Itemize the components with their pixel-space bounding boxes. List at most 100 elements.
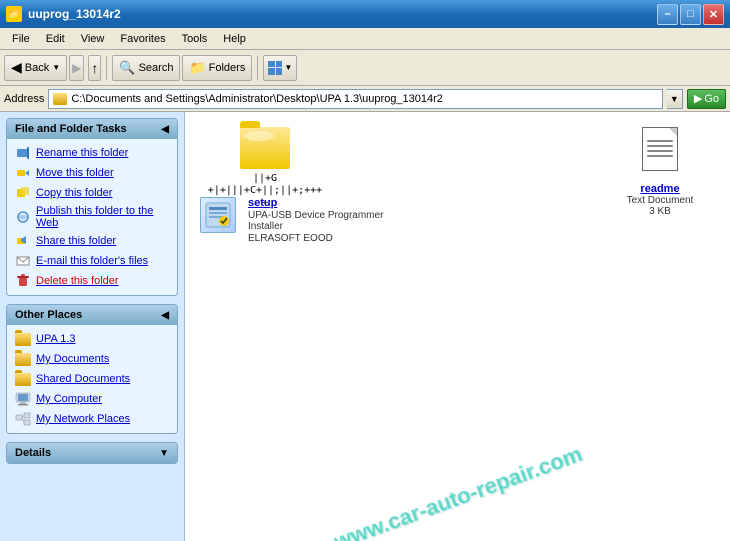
sidebar-item-delete[interactable]: Delete this folder bbox=[9, 271, 175, 291]
toolbar-separator-2 bbox=[257, 56, 258, 80]
setup-name: setup bbox=[248, 197, 410, 209]
go-label: Go bbox=[704, 93, 719, 105]
share-label: Share this folder bbox=[36, 235, 116, 247]
address-folder-icon bbox=[53, 93, 67, 105]
menu-favorites[interactable]: Favorites bbox=[112, 31, 173, 47]
readme-type: Text Document bbox=[627, 195, 694, 206]
maximize-button[interactable]: □ bbox=[680, 4, 701, 25]
my-computer-label: My Computer bbox=[36, 393, 102, 405]
other-places-body: UPA 1.3 My Documents Shared Documents My… bbox=[7, 325, 177, 433]
sidebar-item-copy[interactable]: Copy this folder bbox=[9, 183, 175, 203]
title-bar: 📁 uuprog_13014r2 – □ ✕ bbox=[0, 0, 730, 28]
setup-installer-icon bbox=[200, 197, 236, 233]
back-arrow-icon: ◀ bbox=[11, 59, 22, 76]
menu-help[interactable]: Help bbox=[215, 31, 254, 47]
shared-docs-icon bbox=[15, 371, 31, 387]
details-header[interactable]: Details ▼ bbox=[7, 443, 177, 463]
readme-item[interactable]: readme Text Document 3 KB bbox=[610, 122, 710, 222]
sidebar-section-details: Details ▼ bbox=[6, 442, 178, 464]
sidebar-item-upa[interactable]: UPA 1.3 bbox=[9, 329, 175, 349]
sidebar-item-move[interactable]: Move this folder bbox=[9, 163, 175, 183]
views-grid-icon bbox=[268, 61, 282, 75]
copy-label: Copy this folder bbox=[36, 187, 112, 199]
forward-button[interactable]: ▶ bbox=[69, 55, 84, 81]
address-field-wrapper bbox=[48, 89, 662, 109]
menu-bar: File Edit View Favorites Tools Help bbox=[0, 28, 730, 50]
upa-label: UPA 1.3 bbox=[36, 333, 76, 345]
details-title: Details bbox=[15, 447, 51, 459]
sidebar-item-my-documents[interactable]: My Documents bbox=[9, 349, 175, 369]
address-input[interactable] bbox=[71, 93, 657, 105]
go-arrow-icon: ▶ bbox=[694, 92, 702, 105]
go-button[interactable]: ▶ Go bbox=[687, 89, 726, 109]
sidebar-item-my-computer[interactable]: My Computer bbox=[9, 389, 175, 409]
back-button[interactable]: ◀ Back ▼ bbox=[4, 55, 67, 81]
folders-label: Folders bbox=[209, 62, 246, 74]
sidebar-item-email[interactable]: E-mail this folder's files bbox=[9, 251, 175, 271]
forward-icon: ▶ bbox=[72, 61, 81, 75]
file-area: ||+G +|+|||+C+||;||+;+++– readme Text Do… bbox=[185, 112, 730, 541]
views-button[interactable]: ▼ bbox=[263, 55, 297, 81]
sidebar-item-share[interactable]: Share this folder bbox=[9, 231, 175, 251]
sidebar-item-publish[interactable]: Publish this folder to the Web bbox=[9, 203, 175, 231]
sidebar-section-other-places: Other Places ◀ UPA 1.3 My Documents Shar… bbox=[6, 304, 178, 434]
back-dropdown-icon: ▼ bbox=[52, 63, 60, 72]
readme-details: readme Text Document 3 KB bbox=[627, 183, 694, 217]
readme-file-icon bbox=[642, 127, 678, 171]
file-tasks-title: File and Folder Tasks bbox=[15, 123, 127, 135]
menu-file[interactable]: File bbox=[4, 31, 38, 47]
email-label: E-mail this folder's files bbox=[36, 255, 148, 267]
delete-icon bbox=[15, 273, 31, 289]
copy-icon bbox=[15, 185, 31, 201]
sidebar-item-rename[interactable]: Rename this folder bbox=[9, 143, 175, 163]
window-icon: 📁 bbox=[6, 6, 22, 22]
rename-label: Rename this folder bbox=[36, 147, 128, 159]
readme-name: readme bbox=[627, 183, 694, 195]
toolbar: ◀ Back ▼ ▶ ↑ 🔍 Search 📁 Folders ▼ bbox=[0, 50, 730, 86]
folders-icon: 📁 bbox=[189, 60, 205, 76]
up-icon: ↑ bbox=[91, 60, 98, 76]
sidebar: File and Folder Tasks ◀ Rename this fold… bbox=[0, 112, 185, 541]
readme-line-3 bbox=[647, 150, 673, 152]
setup-item[interactable]: setup UPA-USB Device Programmer Installe… bbox=[195, 192, 415, 249]
address-bar: Address ▼ ▶ Go bbox=[0, 86, 730, 112]
toolbar-separator-1 bbox=[106, 56, 107, 80]
upa-folder-icon bbox=[15, 331, 31, 347]
readme-line-2 bbox=[647, 145, 673, 147]
window-title: uuprog_13014r2 bbox=[28, 7, 657, 21]
menu-edit[interactable]: Edit bbox=[38, 31, 73, 47]
setup-details: setup UPA-USB Device Programmer Installe… bbox=[248, 197, 410, 244]
menu-view[interactable]: View bbox=[73, 31, 113, 47]
shared-docs-label: Shared Documents bbox=[36, 373, 130, 385]
sidebar-item-shared-docs[interactable]: Shared Documents bbox=[9, 369, 175, 389]
search-label: Search bbox=[139, 62, 174, 74]
sidebar-section-file-tasks: File and Folder Tasks ◀ Rename this fold… bbox=[6, 118, 178, 296]
search-button[interactable]: 🔍 Search bbox=[112, 55, 180, 81]
back-label: Back bbox=[25, 62, 49, 74]
network-icon bbox=[15, 411, 31, 427]
minimize-button[interactable]: – bbox=[657, 4, 678, 25]
address-label: Address bbox=[4, 93, 44, 105]
watermark: www.car-auto-repair.com bbox=[330, 441, 585, 541]
readme-icon-lines bbox=[647, 140, 673, 160]
other-places-header[interactable]: Other Places ◀ bbox=[7, 305, 177, 325]
sidebar-item-network[interactable]: My Network Places bbox=[9, 409, 175, 429]
move-label: Move this folder bbox=[36, 167, 114, 179]
readme-line-4 bbox=[647, 155, 673, 157]
search-icon: 🔍 bbox=[119, 60, 135, 76]
readme-size: 3 KB bbox=[627, 206, 694, 217]
network-label: My Network Places bbox=[36, 413, 130, 425]
folder-shine bbox=[244, 131, 274, 141]
close-button[interactable]: ✕ bbox=[703, 4, 724, 25]
rename-icon bbox=[15, 145, 31, 161]
my-docs-icon bbox=[15, 351, 31, 367]
address-dropdown[interactable]: ▼ bbox=[667, 89, 683, 109]
folders-button[interactable]: 📁 Folders bbox=[182, 55, 252, 81]
computer-icon bbox=[15, 391, 31, 407]
file-tasks-header[interactable]: File and Folder Tasks ◀ bbox=[7, 119, 177, 139]
up-button[interactable]: ↑ bbox=[88, 55, 101, 81]
details-chevron: ▼ bbox=[159, 448, 169, 459]
menu-tools[interactable]: Tools bbox=[174, 31, 216, 47]
share-icon bbox=[15, 233, 31, 249]
readme-line-1 bbox=[647, 140, 673, 142]
